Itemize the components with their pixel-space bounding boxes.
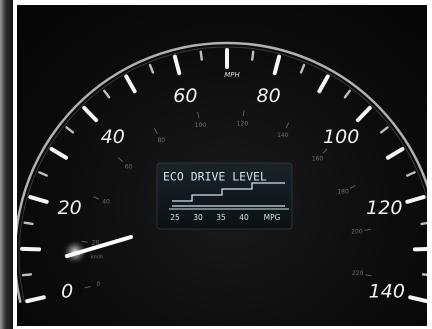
minor-tick [299,63,306,74]
major-tick [172,54,182,76]
kmh-label-160: 160 [312,155,324,162]
unit-label: MPH [224,71,240,79]
kmh-tick [242,109,245,117]
minor-tick [251,50,255,61]
minor-tick [21,273,33,277]
kmh-label-220: 220 [352,270,364,277]
speedometer-gauge: 0 20 40 60 80 100 120 140 0 20 40 60 80 100 120 140 160… [17,5,427,326]
dashboard-photo: 0 20 40 60 80 100 120 140 0 20 40 60 80 100 120 140 160… [0,0,432,329]
major-tick [124,74,137,94]
major-tick [317,74,330,94]
speed-label-140: 140 [369,280,405,302]
speed-label-20: 20 [58,197,82,219]
kmh-tick [365,274,372,277]
speed-label-80: 80 [257,85,281,107]
minor-tick [421,273,427,276]
minor-tick [379,126,389,134]
minor-tick [23,221,34,226]
minor-tick [103,89,111,99]
major-tick [82,105,99,123]
eco-display-title: ECO DRIVE LEVEL [163,170,267,184]
speed-label-40: 40 [101,126,125,148]
kmh-tick [117,157,124,162]
kmh-tick [92,196,99,200]
speed-label-100: 100 [323,126,359,148]
secondary-unit-label: km/h [91,255,104,261]
kmh-tick [285,122,290,129]
minor-tick [420,221,427,226]
kmh-label-100: 100 [195,122,207,129]
major-tick [405,195,426,204]
kmh-tick [322,148,328,154]
minor-tick [148,63,155,74]
speed-label-0: 0 [61,280,73,302]
kmh-tick [84,286,91,289]
minor-tick [343,89,351,99]
major-tick [385,146,405,160]
major-tick [25,295,46,304]
speed-label-60: 60 [173,85,197,107]
kmh-tick [197,111,200,118]
major-tick [412,247,427,252]
eco-scale-unit: MPG [264,213,281,222]
major-tick [272,54,282,76]
major-tick [408,295,427,304]
major-tick [49,146,69,160]
kmh-label-80: 80 [157,137,165,144]
speed-label-120: 120 [366,197,402,219]
eco-scale-label-35: 35 [216,213,226,222]
major-tick [20,246,42,252]
eco-scale-label-30: 30 [193,213,203,222]
kmh-label-40: 40 [102,199,110,206]
kmh-label-200: 200 [351,228,363,235]
speedometer-dial: 0204060 80100120140 020406080100 120140160… [17,41,427,304]
kmh-label-180: 180 [337,189,349,196]
kmh-label-60: 60 [125,163,133,170]
kmh-tick [153,128,158,134]
eco-scale-label-25: 25 [170,213,180,222]
kmh-label-140: 140 [277,132,289,139]
eco-scale-label-40: 40 [239,213,249,222]
kmh-tick [349,185,356,189]
kmh-label-0: 0 [96,281,100,288]
eco-drive-display: ECO DRIVE LEVEL 25 30 35 40 MPG [156,162,293,230]
left-bezel-edge [0,0,13,329]
minor-tick [199,50,203,61]
minor-tick [406,171,416,177]
kmh-label-120: 120 [237,120,249,127]
kmh-tick [364,228,371,231]
minor-tick [38,171,48,177]
major-tick [355,105,372,123]
minor-tick [65,126,75,134]
major-tick [28,195,49,204]
